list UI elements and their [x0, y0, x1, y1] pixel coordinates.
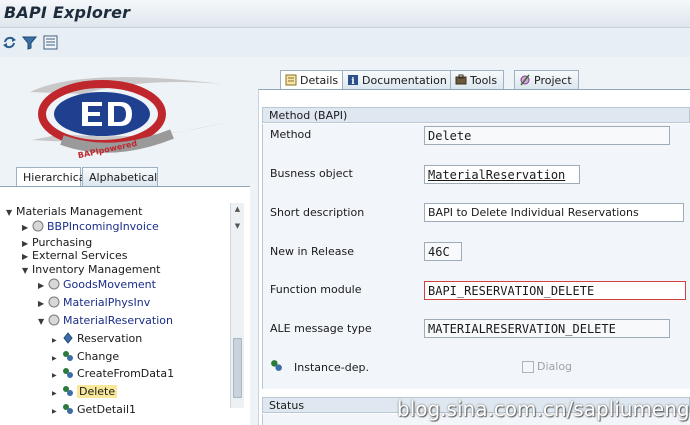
tree-node-createfromdata1[interactable]: ▶ CreateFromData1 — [52, 366, 174, 382]
bapi-powered-logo: BAPIpowered — [30, 77, 227, 160]
toolbar — [0, 29, 690, 57]
tree-node-getdetail1[interactable]: ▶ GetDetail1 — [52, 402, 136, 418]
watermark: blog.sina.com.cn/sapliumeng — [397, 397, 690, 421]
business-object-icon — [32, 220, 44, 232]
expand-arrow-icon[interactable]: ▼ — [6, 205, 16, 221]
business-object-icon — [48, 278, 60, 290]
title-bar: BAPI Explorer — [0, 0, 690, 28]
tab-details[interactable]: Details — [280, 70, 346, 90]
info-icon: i — [348, 75, 358, 86]
method-icon — [271, 360, 282, 371]
business-object-value: MaterialReservation — [428, 168, 566, 182]
method-group-title: Method (BAPI) — [262, 107, 690, 123]
key-fields-icon — [63, 332, 73, 344]
method-label: Method — [270, 128, 312, 141]
tab-alphabetical[interactable]: Alphabetical — [82, 167, 158, 187]
tree-node-delete[interactable]: ▶ Delete — [52, 384, 118, 402]
collapse-arrow-icon[interactable]: ▶ — [38, 296, 48, 312]
tab-hierarchical[interactable]: Hierarchical — [16, 167, 89, 187]
scroll-down-icon[interactable]: ▼ — [233, 221, 242, 231]
filter-icon[interactable] — [22, 35, 37, 50]
tab-documentation[interactable]: i Documentation — [342, 70, 454, 90]
window-title: BAPI Explorer — [4, 3, 131, 22]
instance-dependent-label: Instance-dep. — [294, 361, 369, 374]
method-icon — [63, 404, 73, 414]
method-icon — [63, 386, 73, 396]
refresh-icon[interactable] — [2, 35, 17, 50]
collapse-arrow-icon[interactable]: ▶ — [52, 404, 62, 420]
function-module-label: Function module — [270, 283, 362, 296]
tree-node-materialreservation[interactable]: ▼ MaterialReservation — [38, 313, 173, 329]
scrollbar-thumb[interactable] — [233, 338, 242, 398]
scroll-up-icon[interactable]: ▲ — [233, 204, 242, 214]
method-icon — [63, 368, 73, 378]
function-module-field[interactable]: BAPI_RESERVATION_DELETE — [424, 281, 686, 300]
ale-message-type-field[interactable]: MATERIALRESERVATION_DELETE — [424, 319, 670, 338]
collapse-arrow-icon[interactable]: ▶ — [52, 333, 62, 349]
ale-message-type-label: ALE message type — [270, 322, 372, 335]
method-icon — [63, 351, 73, 361]
business-object-field[interactable]: MaterialReservation — [424, 165, 580, 184]
tree-node-goodsmovement[interactable]: ▶ GoodsMovement — [38, 277, 156, 293]
expand-arrow-icon[interactable]: ▼ — [38, 314, 48, 330]
collapse-arrow-icon[interactable]: ▶ — [52, 386, 62, 402]
tree-node-bbpincominginvoice[interactable]: ▶ BBPIncomingInvoice — [22, 219, 159, 235]
business-object-label: Busness object — [270, 167, 353, 180]
tree-node-inventory-management[interactable]: ▼ Inventory Management — [22, 262, 161, 278]
dialog-label: Dialog — [537, 360, 573, 373]
list-icon[interactable] — [43, 35, 58, 50]
short-description-field[interactable]: BAPI to Delete Individual Reservations — [424, 203, 684, 222]
release-label: New in Release — [270, 245, 354, 258]
tree-node-reservation[interactable]: ▶ Reservation — [52, 331, 142, 347]
method-field[interactable]: Delete — [424, 126, 670, 145]
business-object-icon — [48, 296, 60, 308]
tools-icon — [455, 74, 467, 85]
release-field[interactable]: 46C — [424, 242, 462, 261]
business-object-icon — [48, 314, 60, 326]
collapse-arrow-icon[interactable]: ▶ — [52, 351, 62, 367]
collapse-arrow-icon[interactable]: ▶ — [52, 368, 62, 384]
svg-text:i: i — [351, 77, 355, 86]
short-description-label: Short description — [270, 206, 365, 219]
tree-node-materialphysinv[interactable]: ▶ MaterialPhysInv — [38, 295, 150, 311]
details-icon — [285, 74, 297, 86]
expand-arrow-icon[interactable]: ▼ — [22, 263, 32, 279]
tree-node-materials-management[interactable]: ▼ Materials Management — [6, 204, 142, 220]
dialog-checkbox[interactable] — [522, 361, 534, 373]
project-icon — [520, 74, 530, 86]
collapse-arrow-icon[interactable]: ▶ — [38, 278, 48, 294]
tree-node-change[interactable]: ▶ Change — [52, 349, 119, 365]
tab-tools[interactable]: Tools — [450, 70, 505, 90]
collapse-arrow-icon[interactable]: ▶ — [22, 220, 32, 236]
tree-scrollbar[interactable]: ▲ ▼ — [230, 203, 244, 408]
tab-project[interactable]: Project — [514, 70, 579, 90]
